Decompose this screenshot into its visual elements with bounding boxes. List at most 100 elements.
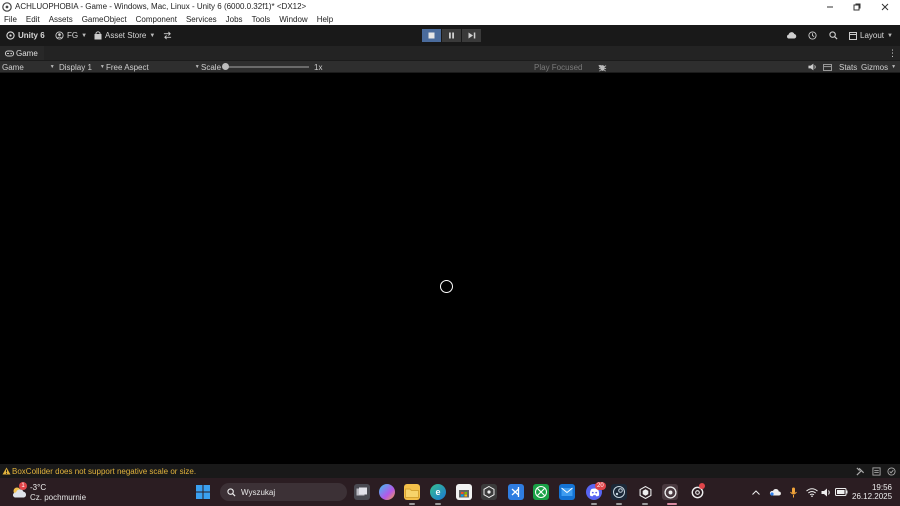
- game-mode-dropdown[interactable]: Game ▼: [2, 61, 55, 73]
- game-view-viewport[interactable]: [0, 73, 900, 464]
- menu-assets[interactable]: Assets: [49, 15, 73, 24]
- play-focused-label: Play Focused: [534, 62, 583, 72]
- weather-widget[interactable]: 1 -3°C Cz. pochmurnie: [10, 482, 100, 503]
- layout-label: Layout: [860, 31, 885, 40]
- task-view-icon[interactable]: [354, 484, 370, 500]
- account-dropdown[interactable]: FG ▼: [55, 31, 87, 40]
- steam-icon[interactable]: [611, 484, 627, 500]
- account-label: FG: [67, 31, 79, 40]
- version-control-icon[interactable]: [163, 31, 172, 40]
- gamepad-icon: [5, 50, 14, 57]
- asset-store-label: Asset Store: [105, 31, 147, 40]
- gizmos-dropdown[interactable]: Gizmos ▼: [861, 61, 896, 73]
- xbox-icon[interactable]: [533, 484, 549, 500]
- menu-help[interactable]: Help: [317, 15, 333, 24]
- mail-icon[interactable]: [559, 484, 575, 500]
- menu-component[interactable]: Component: [136, 15, 177, 24]
- menu-jobs[interactable]: Jobs: [226, 15, 243, 24]
- menu-tools[interactable]: Tools: [252, 15, 271, 24]
- menu-file[interactable]: File: [4, 15, 17, 24]
- scale-label: Scale: [201, 62, 222, 72]
- aspect-dropdown[interactable]: Free Aspect ▼: [106, 61, 200, 73]
- history-icon[interactable]: [808, 31, 817, 40]
- running-indicator: [616, 503, 622, 505]
- scale-slider-track[interactable]: [227, 66, 309, 68]
- play-icon[interactable]: [422, 29, 441, 42]
- microphone-icon[interactable]: [787, 478, 799, 506]
- running-indicator: [642, 503, 648, 505]
- minimize-icon[interactable]: [816, 0, 844, 13]
- play-focused-dropdown[interactable]: Play Focused ▼: [534, 61, 602, 73]
- check-circle-icon[interactable]: [887, 467, 896, 476]
- main-toolbar: Unity 6 FG ▼ Asset Store ▼ Layout ▼: [0, 25, 900, 46]
- layout-icon: [849, 31, 857, 40]
- chevron-up-icon[interactable]: [750, 478, 762, 506]
- tab-game[interactable]: Game: [0, 46, 44, 60]
- step-icon[interactable]: [462, 29, 481, 42]
- frame-debugger-icon[interactable]: [823, 61, 832, 73]
- tab-game-label: Game: [16, 48, 38, 58]
- unity-editor-active-icon[interactable]: [662, 484, 678, 500]
- window-titlebar: ACHLUOPHOBIA - Game - Windows, Mac, Linu…: [0, 0, 900, 13]
- warning-icon: [2, 467, 11, 475]
- build-profile-icon[interactable]: [872, 467, 881, 476]
- more-options-icon[interactable]: ⋮: [888, 48, 897, 59]
- copilot-icon[interactable]: [379, 484, 395, 500]
- bug-icon[interactable]: [598, 61, 607, 73]
- cloud-icon[interactable]: [786, 31, 797, 39]
- running-indicator: [591, 503, 597, 505]
- layout-dropdown[interactable]: Layout ▼: [849, 31, 893, 40]
- tools-icon[interactable]: [856, 467, 865, 476]
- scale-slider-handle[interactable]: [222, 63, 229, 70]
- status-bar: BoxCollider does not support negative sc…: [0, 464, 900, 478]
- menu-gameobject[interactable]: GameObject: [82, 15, 127, 24]
- game-mode-label: Game: [2, 62, 24, 72]
- menu-edit[interactable]: Edit: [26, 15, 40, 24]
- clock-time: 19:56: [871, 483, 892, 492]
- weather-temp: -3°C: [30, 483, 47, 492]
- edge-browser-icon[interactable]: e: [430, 484, 446, 500]
- restore-icon[interactable]: [843, 0, 871, 13]
- window-title: ACHLUOPHOBIA - Game - Windows, Mac, Linu…: [15, 2, 307, 11]
- search-icon: [227, 487, 236, 497]
- file-explorer-icon[interactable]: [404, 484, 420, 500]
- scale-value: 1x: [314, 62, 323, 72]
- windows-start-icon[interactable]: [196, 485, 210, 499]
- visual-studio-code-icon[interactable]: [508, 484, 524, 500]
- taskbar-search-box[interactable]: Wyszukaj: [220, 483, 347, 501]
- chevron-down-icon: ▼: [99, 64, 105, 70]
- account-icon: [55, 31, 64, 40]
- search-icon[interactable]: [829, 31, 838, 40]
- system-clock[interactable]: 19:56 26.12.2025: [852, 483, 892, 501]
- pause-icon[interactable]: [442, 29, 461, 42]
- console-warning-message[interactable]: BoxCollider does not support negative sc…: [12, 467, 196, 476]
- menu-bar: File Edit Assets GameObject Component Se…: [0, 13, 900, 25]
- onedrive-icon[interactable]: [768, 478, 782, 506]
- volume-icon[interactable]: [819, 478, 833, 506]
- close-icon[interactable]: [871, 0, 899, 13]
- menu-services[interactable]: Services: [186, 15, 217, 24]
- mute-audio-icon[interactable]: [808, 61, 817, 73]
- discord-badge: 20: [595, 482, 606, 490]
- unity-hub-icon[interactable]: [481, 484, 497, 500]
- chevron-down-icon: ▼: [49, 64, 55, 70]
- chevron-down-icon: ▼: [891, 64, 897, 70]
- circle-cursor-icon: [440, 280, 453, 293]
- unity-logo-icon: [2, 1, 12, 12]
- stats-toggle[interactable]: Stats: [839, 61, 857, 73]
- game-tab-strip: Game ⋮: [0, 46, 900, 60]
- wifi-icon[interactable]: [805, 478, 819, 506]
- menu-window[interactable]: Window: [279, 15, 307, 24]
- unity-version-label: Unity 6: [18, 31, 45, 40]
- unity-editor-icon[interactable]: [637, 484, 653, 500]
- play-controls: [422, 29, 481, 42]
- display-label: Display 1: [59, 62, 92, 72]
- battery-icon[interactable]: [834, 478, 848, 506]
- asset-store-dropdown[interactable]: Asset Store ▼: [94, 31, 155, 40]
- unity-version-button[interactable]: Unity 6: [6, 31, 45, 40]
- windows-taskbar: 1 -3°C Cz. pochmurnie Wyszukaj e 20 19:5…: [0, 478, 900, 506]
- display-dropdown[interactable]: Display 1 ▼: [59, 61, 105, 73]
- running-indicator: [409, 503, 415, 505]
- active-app-indicator: [667, 503, 677, 505]
- microsoft-store-icon[interactable]: [456, 484, 472, 500]
